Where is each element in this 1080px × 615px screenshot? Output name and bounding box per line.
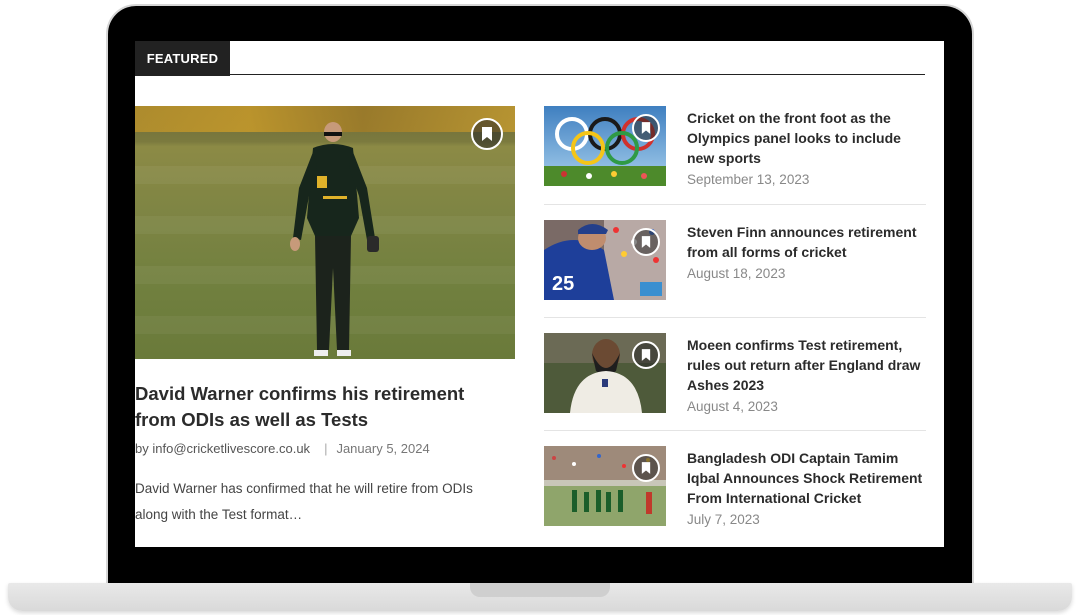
meta-separator: | — [324, 441, 328, 456]
divider — [544, 204, 926, 205]
featured-title-link[interactable]: David Warner confirms his retirement fro… — [135, 381, 505, 433]
featured-excerpt: David Warner has confirmed that he will … — [135, 481, 473, 522]
side-post-title[interactable]: Cricket on the front foot as the Olympic… — [687, 108, 927, 168]
player-figure — [290, 122, 379, 356]
featured-date: January 5, 2024 — [336, 441, 430, 456]
divider — [544, 430, 926, 431]
side-post-title[interactable]: Bangladesh ODI Captain Tamim Iqbal Annou… — [687, 448, 927, 508]
author-link[interactable]: info@cricketlivescore.co.uk — [152, 441, 310, 456]
featured-meta: by info@cricketlivescore.co.uk | January… — [135, 441, 430, 456]
side-post-thumbnail[interactable]: 25 — [544, 220, 666, 300]
laptop-notch — [470, 583, 610, 597]
laptop-screen: FEATURED David Warner confirms his retir… — [135, 41, 944, 547]
side-post[interactable]: Moeen confirms Test retirement, rules ou… — [544, 317, 927, 433]
bookmark-button[interactable] — [632, 341, 660, 369]
side-post-thumbnail[interactable] — [544, 333, 666, 413]
section-header: FEATURED — [135, 41, 925, 76]
side-post-date: August 18, 2023 — [687, 266, 786, 281]
author-prefix: by — [135, 441, 149, 456]
side-post[interactable]: 25 Steven Finn announces retirement from… — [544, 204, 927, 320]
bookmark-button[interactable] — [632, 454, 660, 482]
side-post-thumbnail[interactable] — [544, 446, 666, 526]
bookmark-button[interactable] — [632, 114, 660, 142]
svg-text:25: 25 — [552, 273, 574, 295]
side-post-thumbnail[interactable] — [544, 106, 666, 186]
section-tab-featured[interactable]: FEATURED — [135, 41, 230, 76]
bookmark-icon — [641, 122, 651, 134]
side-post[interactable]: Cricket on the front foot as the Olympic… — [544, 106, 926, 206]
side-post-date: July 7, 2023 — [687, 512, 760, 527]
side-post-title[interactable]: Steven Finn announces retirement from al… — [687, 222, 927, 262]
featured-image[interactable] — [135, 106, 515, 359]
bookmark-icon — [641, 349, 651, 361]
divider — [544, 317, 926, 318]
side-post-date: August 4, 2023 — [687, 399, 778, 414]
bookmark-button[interactable] — [632, 228, 660, 256]
bookmark-icon — [641, 236, 651, 248]
bookmark-button[interactable] — [471, 118, 503, 150]
side-post-date: September 13, 2023 — [687, 172, 810, 187]
side-post[interactable]: Bangladesh ODI Captain Tamim Iqbal Annou… — [544, 430, 927, 546]
side-post-title[interactable]: Moeen confirms Test retirement, rules ou… — [687, 335, 927, 395]
bookmark-icon — [641, 462, 651, 474]
bookmark-icon — [482, 127, 492, 141]
